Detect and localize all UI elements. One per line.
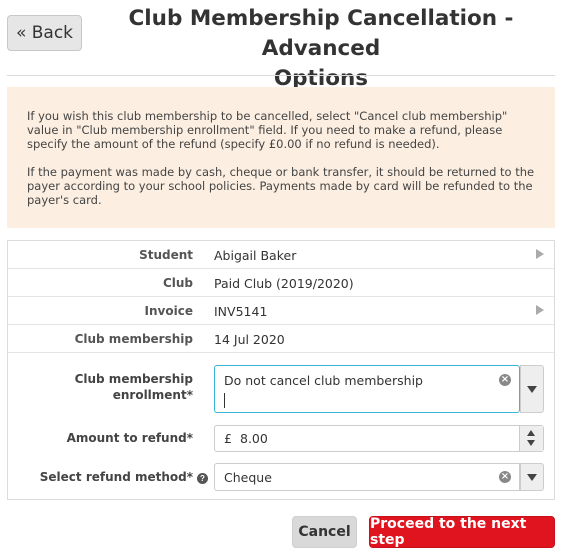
divider — [7, 75, 555, 76]
chevron-down-icon — [527, 474, 537, 481]
clear-icon[interactable]: × — [499, 471, 511, 483]
enrollment-label-line2: enrollment* — [112, 388, 193, 402]
amount-label: Amount to refund* — [66, 431, 193, 445]
membership-panel: Student Abigail Baker Club Paid Club (20… — [7, 240, 555, 500]
proceed-button[interactable]: Proceed to the next step — [369, 516, 555, 548]
refund-method-select[interactable]: Cheque × — [214, 463, 520, 491]
amount-stepper[interactable] — [519, 426, 543, 451]
enrollment-label: Club membership enrollment* — [75, 371, 193, 403]
membership-value: 14 Jul 2020 — [214, 332, 285, 347]
chevron-right-icon[interactable] — [536, 249, 544, 259]
method-label: Select refund method* — [40, 470, 193, 484]
page-title: Club Membership Cancellation - Advanced … — [90, 4, 552, 94]
student-row[interactable]: Student Abigail Baker — [8, 241, 554, 269]
page-title-line1: Club Membership Cancellation - Advanced — [128, 6, 514, 61]
currency-symbol: £ — [224, 431, 232, 446]
chevron-right-icon[interactable] — [536, 305, 544, 315]
method-value: Cheque — [224, 470, 272, 485]
club-row: Club Paid Club (2019/2020) — [8, 269, 554, 297]
info-paragraph-2: If the payment was made by cash, cheque … — [27, 165, 535, 207]
student-value: Abigail Baker — [214, 248, 297, 263]
enrollment-value: Do not cancel club membership — [224, 373, 423, 388]
invoice-row[interactable]: Invoice INV5141 — [8, 297, 554, 325]
club-label: Club — [162, 276, 193, 290]
membership-label: Club membership — [74, 332, 193, 346]
back-button[interactable]: « Back — [7, 15, 82, 51]
info-paragraph-1: If you wish this club membership to be c… — [27, 109, 508, 151]
amount-value: 8.00 — [240, 431, 268, 446]
invoice-value: INV5141 — [214, 304, 268, 319]
text-cursor — [224, 393, 225, 408]
enrollment-select[interactable]: Do not cancel club membership × — [214, 365, 520, 413]
amount-input[interactable]: £ 8.00 — [214, 425, 544, 452]
student-label: Student — [139, 248, 193, 262]
clear-icon[interactable]: × — [499, 374, 511, 386]
cancel-button[interactable]: Cancel — [292, 516, 357, 548]
membership-row: Club membership 14 Jul 2020 — [8, 325, 554, 353]
info-box: If you wish this club membership to be c… — [7, 87, 555, 228]
stepper-up-icon[interactable] — [527, 430, 535, 436]
help-icon[interactable]: ? — [197, 473, 208, 484]
enrollment-dropdown-toggle[interactable] — [520, 365, 544, 413]
invoice-label: Invoice — [144, 304, 193, 318]
enrollment-label-line1: Club membership — [74, 372, 193, 386]
club-value: Paid Club (2019/2020) — [214, 276, 354, 291]
chevron-down-icon — [527, 386, 537, 393]
method-dropdown-toggle[interactable] — [520, 463, 544, 491]
method-label-text: Select refund method* — [39, 470, 193, 484]
stepper-down-icon[interactable] — [527, 440, 535, 446]
